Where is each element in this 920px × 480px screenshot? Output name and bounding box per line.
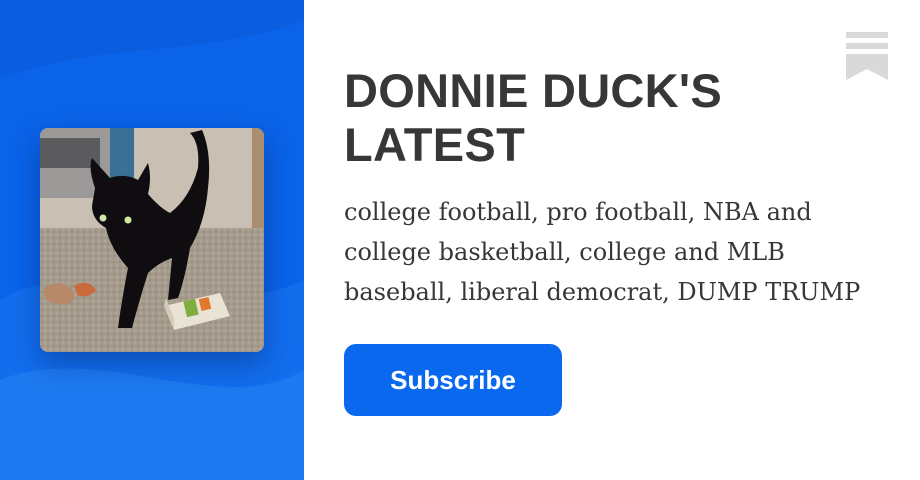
avatar: [40, 128, 264, 352]
cat-photo: [40, 128, 264, 352]
brand-panel: [0, 0, 304, 480]
publication-title: DONNIE DUCK'S LATEST: [344, 64, 723, 171]
publication-description: college football, pro football, NBA and …: [344, 198, 861, 306]
subscribe-button[interactable]: Subscribe: [344, 344, 562, 416]
bookmark-icon[interactable]: [846, 32, 888, 80]
